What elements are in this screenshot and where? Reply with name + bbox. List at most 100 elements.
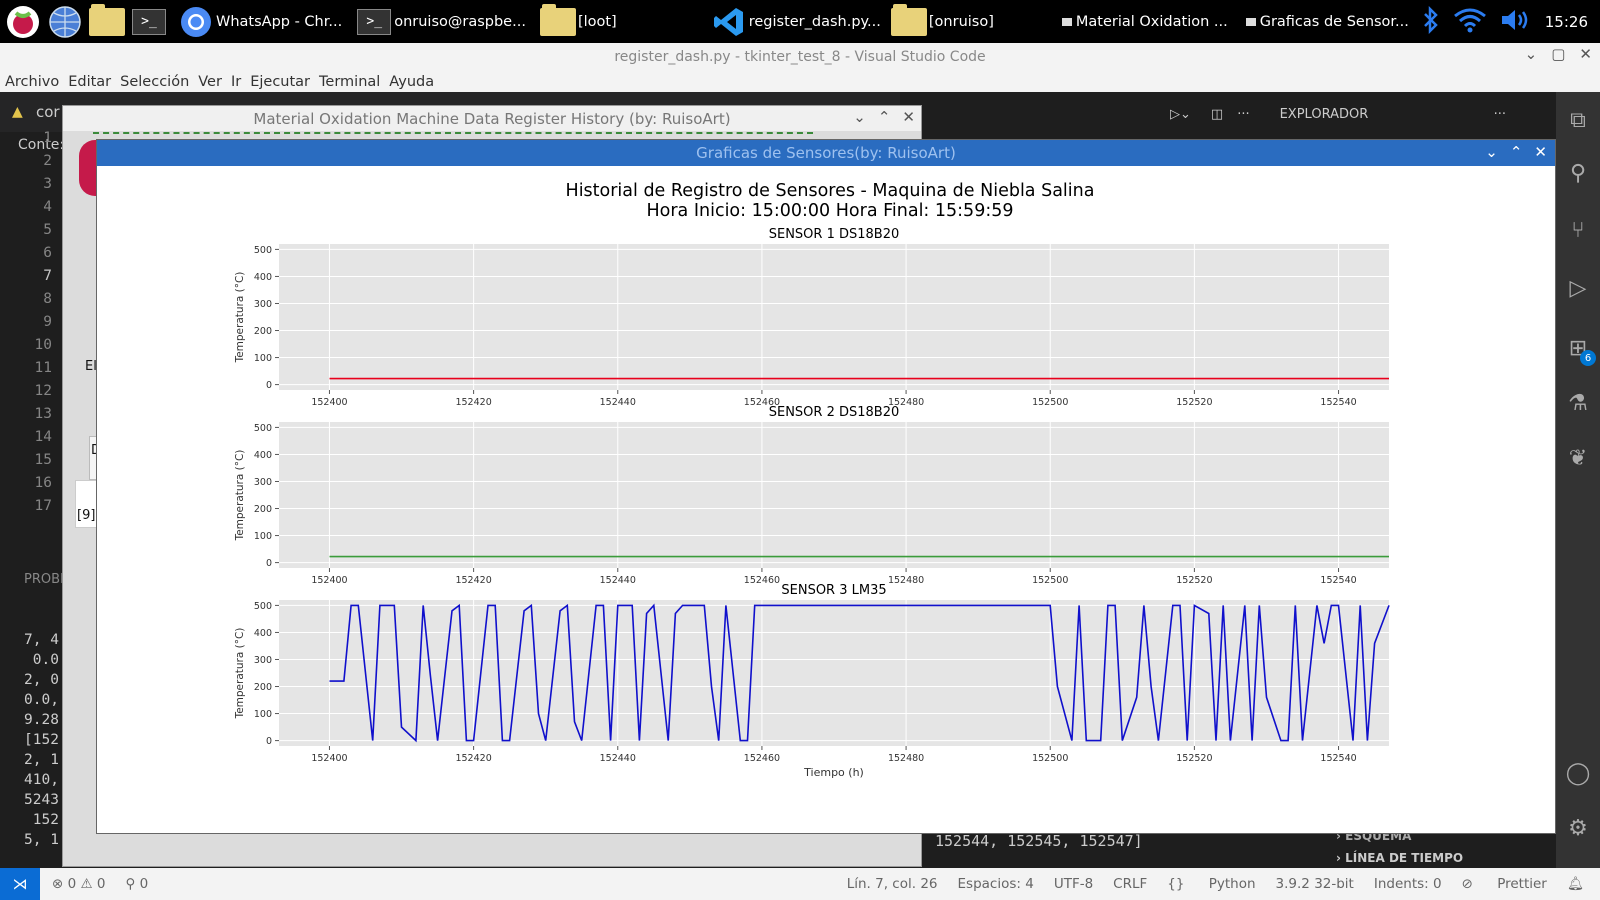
menu-ir[interactable]: Ir [231, 74, 241, 90]
editor-tab-label[interactable]: cor [36, 103, 60, 121]
errors-count: 0 [67, 876, 77, 892]
x-tick-label: 152480 [888, 753, 924, 764]
menu-seleccion[interactable]: Selección [120, 74, 189, 90]
x-tick-label: 152440 [600, 575, 636, 586]
remote-icon[interactable]: ⋊ [0, 868, 40, 900]
system-tray: 15:26 [1415, 0, 1600, 43]
more-actions-icon[interactable]: ··· [1237, 107, 1249, 122]
taskbar-item-vscode[interactable]: register_dash.py... [709, 0, 883, 43]
x-tick-label: 152500 [1032, 753, 1068, 764]
split-editor-icon[interactable]: ◫ [1211, 107, 1223, 122]
taskbar-item-onruiso[interactable]: [onruiso] [889, 0, 996, 43]
line-ending[interactable]: CRLF [1113, 876, 1147, 892]
maximize-icon[interactable]: ⌃ [1510, 143, 1523, 161]
material-window-controls: ⌄ ⌃ ✕ [841, 108, 915, 126]
search-icon[interactable]: ⚲ [1562, 157, 1594, 189]
y-tick-label: 200 [254, 682, 272, 693]
testing-icon[interactable]: ⚗ [1562, 387, 1594, 419]
y-axis-label: Temperatura (°C) [234, 450, 246, 542]
minimize-icon[interactable]: ⌄ [853, 108, 866, 126]
timeline-section[interactable]: › LÍNEA DE TIEMPO [1336, 851, 1463, 865]
wifi-icon[interactable] [1453, 6, 1487, 38]
language-mode[interactable]: {} Python [1167, 876, 1255, 892]
subplot-title: SENSOR 2 DS18B20 [769, 405, 900, 420]
window-icon [1245, 17, 1256, 26]
figure-suptitle-line1: Historial de Registro de Sensores - Maqu… [566, 181, 1095, 201]
x-tick-label: 152500 [1032, 397, 1068, 408]
indent-spaces[interactable]: Espacios: 4 [958, 876, 1034, 892]
line-number: 11 [34, 360, 52, 376]
extensions-icon[interactable]: ⊞ 6 [1562, 332, 1596, 366]
close-icon[interactable]: ✕ [902, 108, 915, 126]
minimize-icon[interactable]: ⌄ [1485, 143, 1498, 161]
taskbar-item-loot[interactable]: [loot] [538, 0, 619, 43]
leaf-icon[interactable]: ❦ [1562, 442, 1594, 474]
figure-suptitle-line2: Hora Inicio: 15:00:00 Hora Final: 15:59:… [646, 201, 1013, 221]
taskbar-item-terminal[interactable]: >_ onruiso@raspbe... [354, 0, 528, 43]
cursor-position[interactable]: Lín. 7, col. 26 [847, 876, 938, 892]
notifications-icon[interactable]: 🔔︎ [1567, 876, 1584, 892]
menu-ejecutar[interactable]: Ejecutar [250, 74, 310, 90]
terminal-line: 7, 4 [24, 632, 59, 648]
terminal-line: 9.28 [24, 712, 59, 728]
menu-archivo[interactable]: Archivo [5, 74, 59, 90]
menu-terminal[interactable]: Terminal [319, 74, 380, 90]
close-icon[interactable]: ✕ [1579, 45, 1592, 63]
python-interpreter[interactable]: 3.9.2 32-bit [1276, 876, 1354, 892]
terminal-line: 2, 1 [24, 752, 59, 768]
maximize-icon[interactable]: ▢ [1551, 45, 1565, 63]
vscode-titlebar: register_dash.py - tkinter_test_8 - Visu… [0, 43, 1600, 71]
explorer-header: ▷⌄ ◫ ··· EXPLORADOR ··· [1170, 100, 1556, 128]
raspberry-menu-icon[interactable] [4, 3, 42, 41]
timeline-label: LÍNEA DE TIEMPO [1345, 851, 1464, 865]
explorer-icon[interactable]: ⧉ [1562, 104, 1594, 136]
file-encoding[interactable]: UTF-8 [1054, 876, 1093, 892]
volume-icon[interactable] [1499, 6, 1533, 38]
y-tick-label: 100 [254, 709, 272, 720]
x-tick-label: 152420 [455, 397, 491, 408]
minimize-icon[interactable]: ⌄ [1525, 45, 1538, 63]
x-tick-label: 152540 [1320, 575, 1356, 586]
chevron-right-icon: › [1336, 851, 1341, 865]
menubar: Archivo Editar Selección Ver Ir Ejecutar… [0, 71, 1600, 92]
python-file-icon: ▲ [12, 104, 23, 120]
extensions-badge: 6 [1580, 350, 1596, 366]
dashed-border [93, 132, 813, 134]
line-number: 1 [43, 130, 52, 146]
maximize-icon[interactable]: ⌃ [878, 108, 891, 126]
window-title: register_dash.py - tkinter_test_8 - Visu… [614, 49, 986, 65]
line-number: 15 [34, 452, 52, 468]
panel-tab-problems[interactable]: PROBL [24, 572, 67, 587]
y-tick-label: 200 [254, 504, 272, 515]
indents-status[interactable]: Indents: 0 [1374, 876, 1442, 892]
folder-icon[interactable] [88, 3, 126, 41]
x-tick-label: 152540 [1320, 753, 1356, 764]
terminal-icon[interactable]: >_ [130, 3, 168, 41]
ports-status[interactable]: ⚲ 0 [125, 876, 148, 892]
run-debug-icon[interactable]: ▷ [1562, 272, 1594, 304]
account-icon[interactable]: ◯ [1562, 757, 1594, 789]
menu-editar[interactable]: Editar [68, 74, 111, 90]
menu-ver[interactable]: Ver [198, 74, 222, 90]
taskbar-item-material[interactable]: Material Oxidation ... [1060, 0, 1230, 43]
taskbar-item-whatsapp[interactable]: WhatsApp - Chr... [176, 0, 344, 43]
line-number: 16 [34, 475, 52, 491]
close-icon[interactable]: ✕ [1534, 143, 1547, 161]
formatter-label: Prettier [1497, 876, 1547, 892]
globe-icon[interactable] [46, 3, 84, 41]
problems-status[interactable]: ⊗ 0 ⚠ 0 [52, 876, 105, 892]
graficas-window-title: Graficas de Sensores(by: RuisoArt) [696, 144, 956, 162]
prettier-status[interactable]: ⊘ Prettier [1462, 876, 1547, 892]
chromium-icon [178, 4, 214, 40]
bluetooth-icon[interactable] [1421, 5, 1441, 38]
gear-icon[interactable]: ⚙ [1562, 812, 1594, 844]
source-control-icon[interactable]: ⑂ [1562, 214, 1594, 246]
run-icon[interactable]: ▷⌄ [1170, 107, 1191, 122]
terminal-line: 0.0, [24, 692, 59, 708]
taskbar-item-graficas[interactable]: Graficas de Sensor... [1244, 0, 1411, 43]
statusbar: ⋊ ⊗ 0 ⚠ 0 ⚲ 0 Lín. 7, col. 26 Espacios: … [0, 868, 1600, 900]
warnings-count: 0 [96, 876, 106, 892]
menu-ayuda[interactable]: Ayuda [389, 74, 434, 90]
explorer-more-icon[interactable]: ··· [1494, 107, 1506, 122]
ports-count: 0 [139, 876, 149, 892]
